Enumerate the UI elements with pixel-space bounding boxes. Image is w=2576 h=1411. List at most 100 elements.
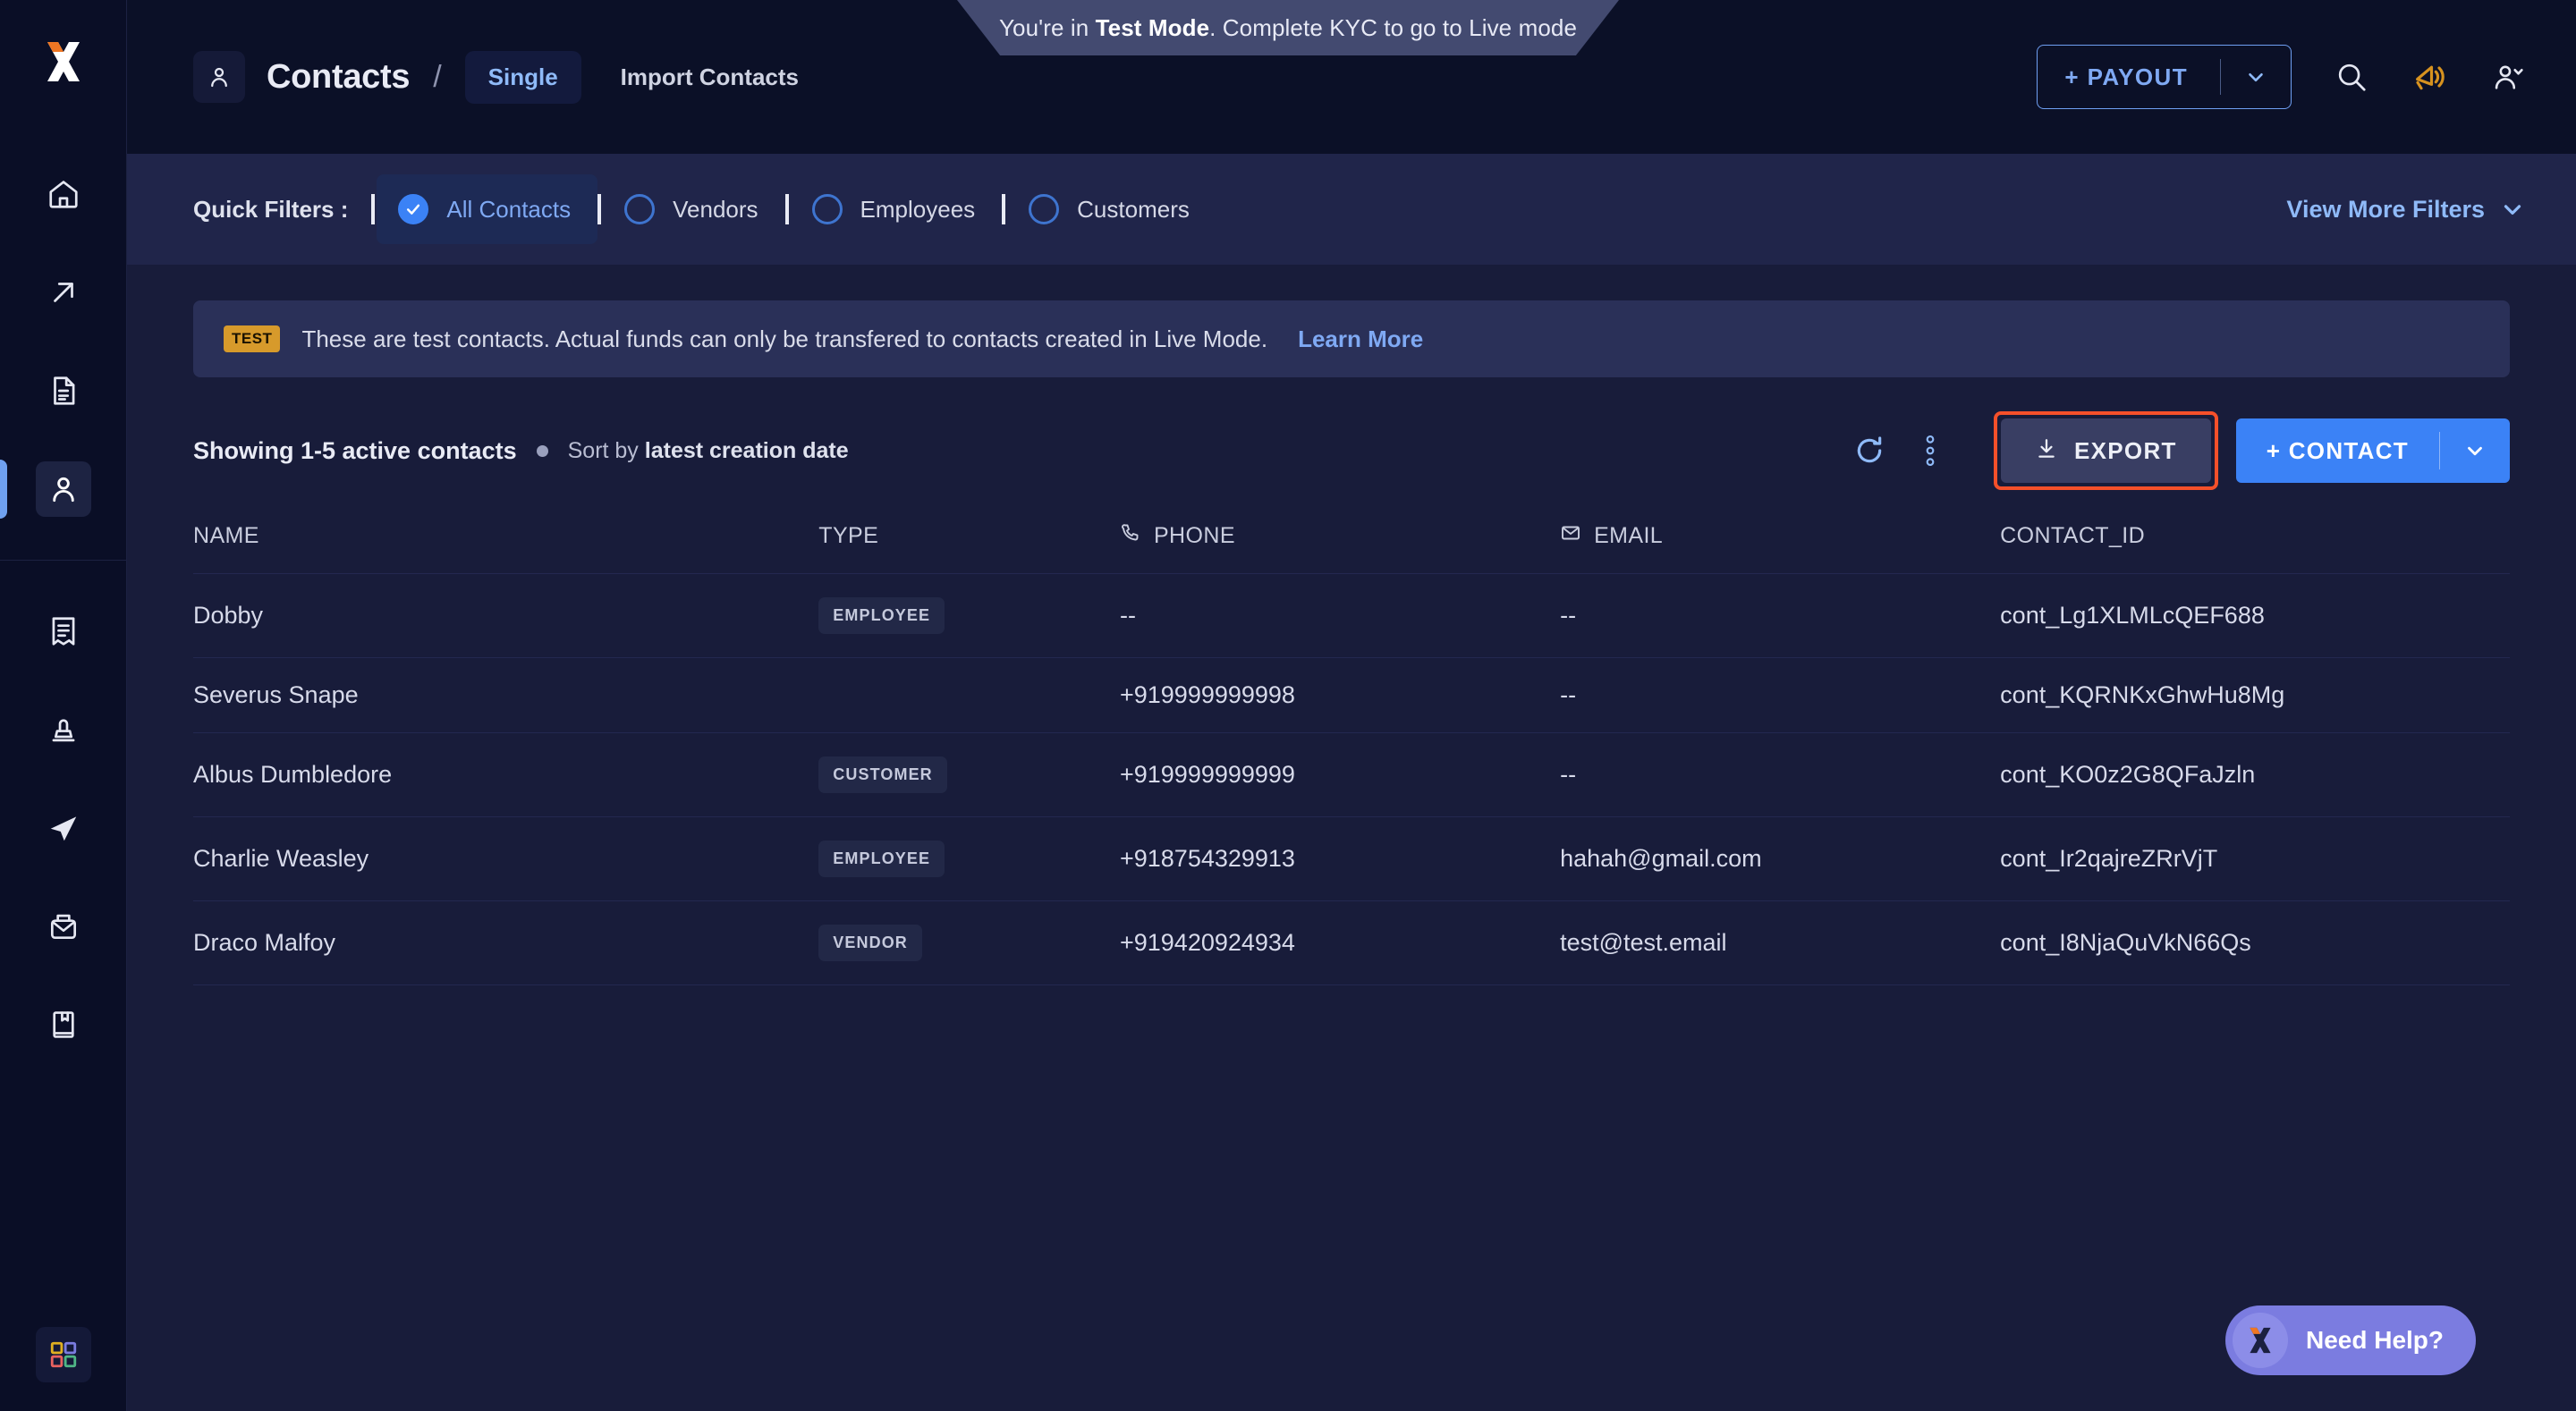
column-label: NAME bbox=[193, 523, 259, 548]
app-root: Contacts / Single Import Contacts + PAYO… bbox=[0, 0, 2576, 1411]
cell-phone: +918754329913 bbox=[1119, 845, 1295, 872]
filter-chip-employees[interactable]: Employees bbox=[791, 174, 1003, 244]
page-header: Contacts / Single Import Contacts + PAYO… bbox=[127, 0, 2576, 154]
cell-email: hahah@gmail.com bbox=[1560, 845, 1762, 872]
export-button[interactable]: EXPORT bbox=[2001, 418, 2211, 483]
sidebar-item-approvals[interactable] bbox=[0, 680, 127, 779]
cell-name: Charlie Weasley bbox=[193, 845, 369, 872]
column-header-type: TYPE bbox=[818, 522, 1120, 574]
table-row[interactable]: Draco Malfoy VENDOR +919420924934 test@t… bbox=[193, 900, 2510, 985]
inbox-icon bbox=[36, 899, 91, 954]
filter-chip-label: Customers bbox=[1077, 195, 1190, 223]
filter-chip-label: Vendors bbox=[673, 195, 758, 223]
quick-filters-bar: Quick Filters : All Contacts Vendors Emp… bbox=[127, 154, 2576, 265]
column-header-phone: PHONE bbox=[1120, 522, 1560, 574]
sidebar-item-documents[interactable] bbox=[0, 342, 127, 440]
cell-type bbox=[818, 658, 1120, 733]
breadcrumb-separator: / bbox=[433, 59, 442, 94]
sidebar-item-contacts[interactable] bbox=[0, 440, 127, 538]
cell-name: Severus Snape bbox=[193, 681, 359, 708]
cell-name: Draco Malfoy bbox=[193, 929, 336, 956]
column-label: PHONE bbox=[1153, 523, 1235, 548]
table-row[interactable]: Charlie Weasley EMPLOYEE +918754329913 h… bbox=[193, 816, 2510, 901]
table-header: NAME TYPE PHONE EMAIL CONTACT_ID bbox=[193, 522, 2510, 574]
search-icon[interactable] bbox=[2334, 60, 2368, 94]
cell-email: -- bbox=[1560, 761, 1577, 788]
test-mode-notice: TEST These are test contacts. Actual fun… bbox=[193, 300, 2510, 377]
page-body: TEST These are test contacts. Actual fun… bbox=[127, 265, 2576, 1411]
chevron-down-icon bbox=[2504, 205, 2521, 215]
column-label: CONTACT_ID bbox=[2000, 523, 2146, 548]
apps-grid-icon bbox=[36, 1327, 91, 1382]
filter-chip-customers[interactable]: Customers bbox=[1007, 174, 1216, 244]
quick-filters-label: Quick Filters : bbox=[193, 195, 349, 223]
cell-name: Dobby bbox=[193, 602, 264, 629]
table-row[interactable]: Albus Dumbledore CUSTOMER +919999999999 … bbox=[193, 732, 2510, 817]
showing-count: Showing 1-5 active contacts bbox=[193, 436, 517, 464]
need-help-label: Need Help? bbox=[2305, 1326, 2444, 1354]
sidebar-item-send[interactable] bbox=[0, 779, 127, 877]
radio-checked-icon bbox=[398, 194, 429, 224]
refresh-icon[interactable] bbox=[1843, 425, 1895, 477]
user-add-icon[interactable] bbox=[2490, 60, 2526, 94]
sidebar bbox=[0, 0, 127, 1411]
header-actions: + PAYOUT bbox=[2037, 45, 2526, 109]
filter-chip-vendors[interactable]: Vendors bbox=[603, 174, 784, 244]
cell-contact-id: cont_Lg1XLMLcQEF688 bbox=[2000, 602, 2265, 629]
add-contact-button[interactable]: + CONTACT bbox=[2235, 418, 2510, 483]
table-row[interactable]: Dobby EMPLOYEE -- -- cont_Lg1XLMLcQEF688 bbox=[193, 573, 2510, 658]
toolbar-actions: EXPORT + CONTACT bbox=[1843, 411, 2510, 490]
cell-contact-id: cont_I8NjaQuVkN66Qs bbox=[2000, 929, 2251, 956]
cell-type: VENDOR bbox=[818, 901, 1120, 985]
cell-phone: +919999999998 bbox=[1119, 681, 1295, 708]
column-label: EMAIL bbox=[1594, 523, 1664, 548]
list-toolbar: Showing 1-5 active contacts Sort by late… bbox=[193, 411, 2510, 490]
sidebar-item-apps[interactable] bbox=[0, 1327, 127, 1382]
view-more-filters-button[interactable]: View More Filters bbox=[2286, 196, 2526, 224]
cell-contact-id: cont_KQRNKxGhwHu8Mg bbox=[2000, 681, 2285, 708]
add-contact-label: + CONTACT bbox=[2266, 436, 2409, 464]
chevron-down-icon[interactable] bbox=[2440, 439, 2510, 462]
filter-chip-vendors-wrap: Vendors bbox=[597, 174, 784, 244]
sidebar-item-home[interactable] bbox=[0, 145, 127, 243]
filter-chip-label: Employees bbox=[860, 195, 976, 223]
filter-tick bbox=[371, 194, 376, 224]
tab-single[interactable]: Single bbox=[464, 50, 581, 104]
filter-chip-all-contacts[interactable]: All Contacts bbox=[377, 174, 598, 244]
chevron-down-icon[interactable] bbox=[2221, 65, 2291, 89]
cell-contact-id: cont_KO0z2G8QFaJzln bbox=[2000, 761, 2256, 788]
view-more-filters-label: View More Filters bbox=[2286, 195, 2485, 223]
announcement-icon[interactable] bbox=[2411, 59, 2447, 95]
contacts-table: NAME TYPE PHONE EMAIL CONTACT_ID Dobby E… bbox=[193, 522, 2510, 985]
cell-email: test@test.email bbox=[1560, 929, 1727, 956]
tab-import-contacts[interactable]: Import Contacts bbox=[621, 63, 799, 91]
sort-by: Sort by latest creation date bbox=[568, 438, 849, 464]
more-vertical-icon[interactable] bbox=[1904, 425, 1956, 477]
filter-chip-employees-wrap: Employees bbox=[784, 174, 1003, 244]
table-body: Dobby EMPLOYEE -- -- cont_Lg1XLMLcQEF688… bbox=[193, 573, 2510, 985]
column-header-name: NAME bbox=[193, 522, 818, 574]
sidebar-item-inbox[interactable] bbox=[0, 877, 127, 976]
notice-text: These are test contacts. Actual funds ca… bbox=[301, 325, 1268, 352]
app-logo[interactable] bbox=[34, 32, 93, 91]
sidebar-item-ledger[interactable] bbox=[0, 976, 127, 1074]
sidebar-item-invoices[interactable] bbox=[0, 582, 127, 680]
arrow-up-right-icon bbox=[36, 265, 91, 320]
sidebar-item-payouts[interactable] bbox=[0, 243, 127, 342]
sort-prefix: Sort by bbox=[567, 437, 645, 463]
learn-more-link[interactable]: Learn More bbox=[1298, 325, 1423, 353]
filter-chip-all-contacts-wrap: All Contacts bbox=[371, 174, 598, 244]
need-help-button[interactable]: Need Help? bbox=[2224, 1305, 2476, 1375]
mail-icon bbox=[1560, 522, 1594, 550]
radio-unchecked-icon bbox=[624, 194, 656, 224]
person-icon bbox=[35, 461, 91, 517]
phone-icon bbox=[1120, 522, 1154, 550]
book-icon bbox=[36, 997, 91, 1052]
table-row[interactable]: Severus Snape +919999999998 -- cont_KQRN… bbox=[193, 657, 2510, 733]
type-badge: EMPLOYEE bbox=[818, 841, 945, 877]
radio-unchecked-icon bbox=[1029, 194, 1060, 224]
cell-type: CUSTOMER bbox=[818, 733, 1120, 817]
send-icon bbox=[36, 800, 91, 856]
separator-dot bbox=[536, 444, 548, 457]
payout-button[interactable]: + PAYOUT bbox=[2037, 45, 2292, 109]
